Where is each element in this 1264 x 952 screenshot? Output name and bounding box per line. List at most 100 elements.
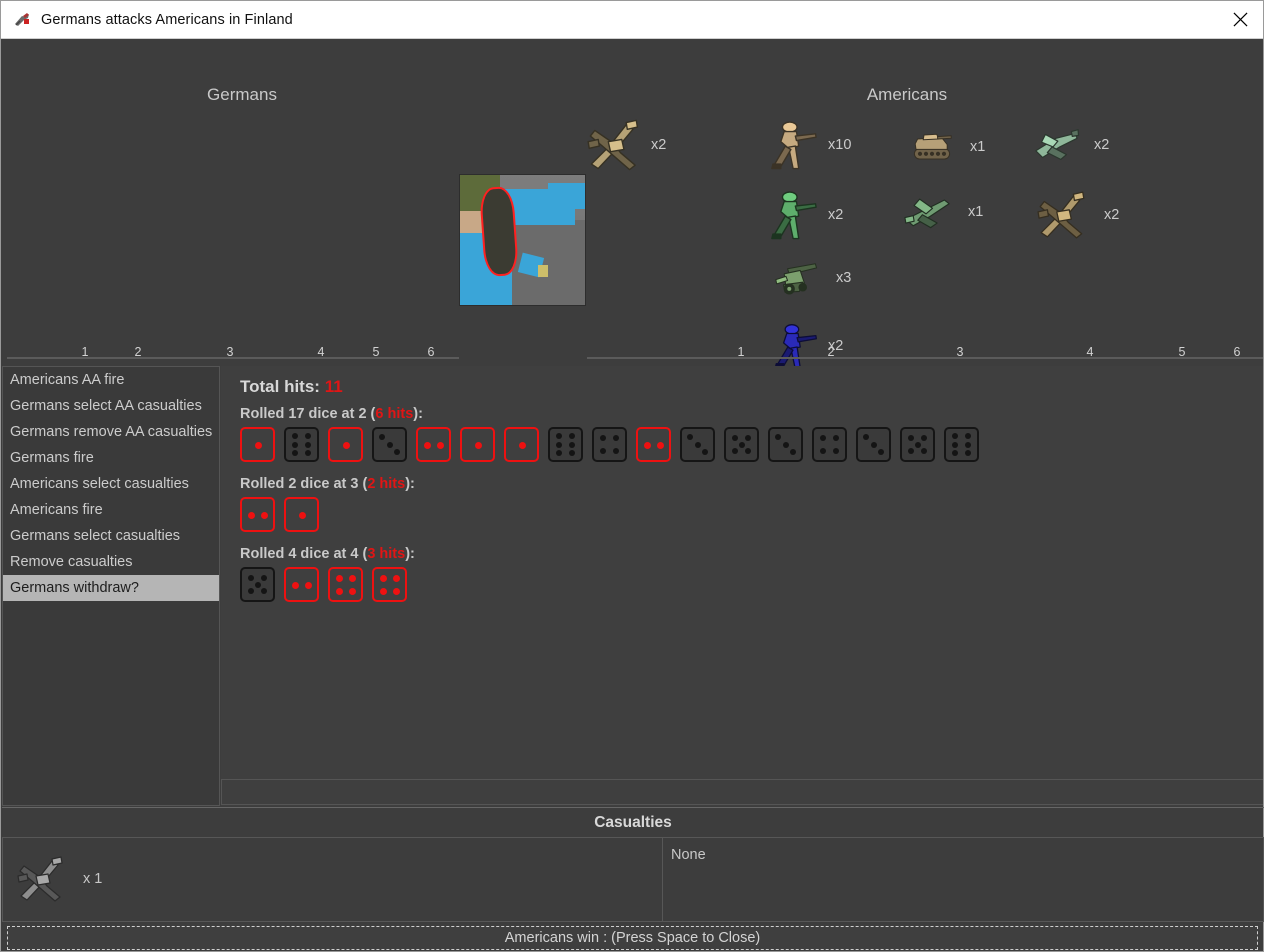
battle-step-8[interactable]: Germans withdraw? xyxy=(3,575,219,601)
unit-count: x1 xyxy=(970,139,986,155)
battle-step-list[interactable]: Americans AA fire Germans select AA casua… xyxy=(2,366,220,806)
dice-panel-footer xyxy=(221,779,1263,805)
die-pip xyxy=(393,448,400,455)
fighter-icon xyxy=(1035,129,1080,160)
battle-step-6[interactable]: Germans select casualties xyxy=(3,523,219,549)
bomber-icon xyxy=(17,856,63,902)
die-face-5 xyxy=(900,427,935,462)
die-pip xyxy=(921,448,928,455)
roll-prefix: Rolled 2 dice at 3 ( xyxy=(240,476,368,492)
die-face-1-hit xyxy=(460,427,495,462)
roll-suffix: ): xyxy=(405,546,415,562)
die-pip xyxy=(379,574,387,582)
die-pip xyxy=(393,574,401,582)
die-pip xyxy=(305,433,312,440)
die-pip xyxy=(731,434,738,441)
dice-row-1 xyxy=(240,497,415,532)
dice-roll-group-2: Rolled 4 dice at 4 (3 hits): xyxy=(240,546,415,602)
die-pip xyxy=(254,581,261,588)
unit-count: x10 xyxy=(828,137,852,153)
die-face-3 xyxy=(680,427,715,462)
die-pip xyxy=(613,448,620,455)
ruler-tick-6: 6 xyxy=(427,345,435,359)
die-pip xyxy=(298,511,306,519)
bomber-icon xyxy=(587,119,639,171)
battle-step-1[interactable]: Germans select AA casualties xyxy=(3,393,219,419)
die-pip xyxy=(254,441,262,449)
die-pip xyxy=(291,441,298,448)
casualty-count: x 1 xyxy=(83,871,103,887)
american-fighter-green[interactable]: x2 xyxy=(1024,121,1109,169)
die-pip xyxy=(569,449,576,456)
die-pip xyxy=(599,434,606,441)
ruler-tick-5: 5 xyxy=(1178,345,1186,359)
window-title: Germans attacks Americans in Finland xyxy=(41,11,293,28)
die-face-6 xyxy=(548,427,583,462)
status-bar[interactable]: Americans win : (Press Space to Close) xyxy=(7,926,1258,950)
die-face-3 xyxy=(372,427,407,462)
battle-step-5[interactable]: Americans fire xyxy=(3,497,219,523)
roll-hits: 6 hits xyxy=(375,406,414,422)
roll-prefix: Rolled 4 dice at 4 ( xyxy=(240,546,368,562)
american-tank[interactable]: x1 xyxy=(902,127,985,167)
die-face-4-hit xyxy=(372,567,407,602)
german-bomber-casualty[interactable]: x 1 xyxy=(11,854,102,904)
die-pip xyxy=(657,441,665,449)
die-pip xyxy=(342,441,350,449)
die-pip xyxy=(379,588,387,596)
unit-count: x2 xyxy=(828,207,844,223)
die-pip xyxy=(731,448,738,455)
battle-icon xyxy=(13,11,31,29)
die-pip xyxy=(261,588,268,595)
unit-count: x2 xyxy=(1094,137,1110,153)
die-pip xyxy=(291,433,298,440)
die-pip xyxy=(907,434,914,441)
defender-casualties-none: None xyxy=(671,847,706,863)
battle-step-4[interactable]: Americans select casualties xyxy=(3,471,219,497)
title-bar: Germans attacks Americans in Finland xyxy=(1,1,1263,39)
die-pip xyxy=(291,581,299,589)
die-pip xyxy=(775,434,782,441)
battle-step-0[interactable]: Americans AA fire xyxy=(3,367,219,393)
die-pip xyxy=(379,434,386,441)
dice-roll-group-1: Rolled 2 dice at 3 (2 hits): xyxy=(240,476,415,532)
die-face-5 xyxy=(724,427,759,462)
ruler-tick-1: 1 xyxy=(81,345,89,359)
american-bomber-green[interactable]: x1 xyxy=(894,189,983,235)
dice-row-2 xyxy=(240,567,415,602)
battle-step-2[interactable]: Germans remove AA casualties xyxy=(3,419,219,445)
defender-casualties-box[interactable]: None xyxy=(663,837,1264,922)
die-pip xyxy=(261,574,268,581)
territory-minimap xyxy=(459,174,586,306)
die-pip xyxy=(423,441,431,449)
die-pip xyxy=(613,434,620,441)
die-pip xyxy=(305,581,313,589)
close-button[interactable] xyxy=(1217,1,1263,38)
roll-hits: 2 hits xyxy=(367,476,406,492)
die-pip xyxy=(819,448,826,455)
defender-strength-ruler: 1 2 3 4 5 6 xyxy=(587,345,1263,361)
american-infantry-tan[interactable]: x10 xyxy=(764,117,851,173)
die-face-4 xyxy=(592,427,627,462)
die-pip xyxy=(965,449,972,456)
die-pip xyxy=(569,433,576,440)
die-pip xyxy=(965,433,972,440)
battle-step-3[interactable]: Germans fire xyxy=(3,445,219,471)
unit-count: x3 xyxy=(836,270,852,286)
american-infantry-green[interactable]: x2 xyxy=(764,187,843,243)
infantry-icon xyxy=(771,121,817,170)
unit-count: x2 xyxy=(651,137,667,153)
battle-step-7[interactable]: Remove casualties xyxy=(3,549,219,575)
american-bomber-tan[interactable]: x2 xyxy=(1030,189,1119,241)
die-pip xyxy=(819,434,826,441)
dice-results-panel: Total hits: 11 Rolled 17 dice at 2 (6 hi… xyxy=(221,366,1263,806)
die-pip xyxy=(335,588,343,596)
german-bomber[interactable]: x2 xyxy=(587,117,666,173)
die-pip xyxy=(305,441,312,448)
american-artillery[interactable]: x3 xyxy=(764,257,851,299)
die-pip xyxy=(386,441,393,448)
attacker-casualties-box[interactable]: x 1 xyxy=(2,837,663,922)
die-pip xyxy=(877,448,884,455)
die-pip xyxy=(555,449,562,456)
die-pip xyxy=(555,433,562,440)
